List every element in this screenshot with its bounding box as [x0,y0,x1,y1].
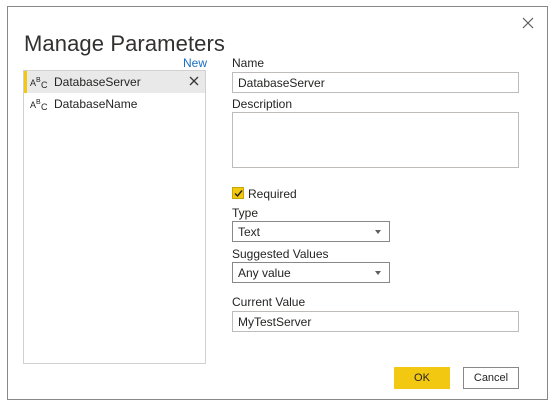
type-select-value: Text [238,225,261,239]
parameter-name: DatabaseName [54,97,138,111]
cancel-button[interactable]: Cancel [463,367,519,389]
dialog-title: Manage Parameters [24,31,226,56]
name-input[interactable]: DatabaseServer [232,72,519,93]
parameter-item-databasename[interactable]: A B C DatabaseName [24,93,205,115]
close-icon[interactable] [521,16,535,30]
text-type-icon: A B C [30,77,48,90]
required-checkbox[interactable] [232,187,244,199]
description-label: Description [232,97,293,111]
name-label: Name [232,56,265,70]
chevron-down-icon [375,230,381,234]
manage-parameters-dialog: Manage Parameters New A B C DatabaseServ… [7,6,548,400]
text-type-icon: A B C [30,99,48,112]
delete-parameter-icon[interactable] [189,76,199,86]
new-parameter-link[interactable]: New [183,56,207,70]
ok-button[interactable]: OK [394,367,450,389]
suggested-values-value: Any value [238,266,291,280]
description-input[interactable] [232,112,519,168]
check-icon [234,190,243,198]
svg-text:C: C [41,102,48,112]
type-label: Type [232,206,259,220]
current-value-label: Current Value [232,295,306,309]
parameter-item-databaseserver[interactable]: A B C DatabaseServer [24,71,205,93]
current-value-input[interactable]: MyTestServer [232,311,519,332]
parameter-name: DatabaseServer [54,75,141,89]
parameter-list: A B C DatabaseServer A B C DatabaseName [23,70,206,364]
required-label: Required [248,187,297,201]
suggested-values-label: Suggested Values [232,247,329,261]
chevron-down-icon [375,271,381,275]
type-select[interactable]: Text [232,221,390,242]
suggested-values-select[interactable]: Any value [232,262,390,283]
svg-text:C: C [41,80,48,90]
